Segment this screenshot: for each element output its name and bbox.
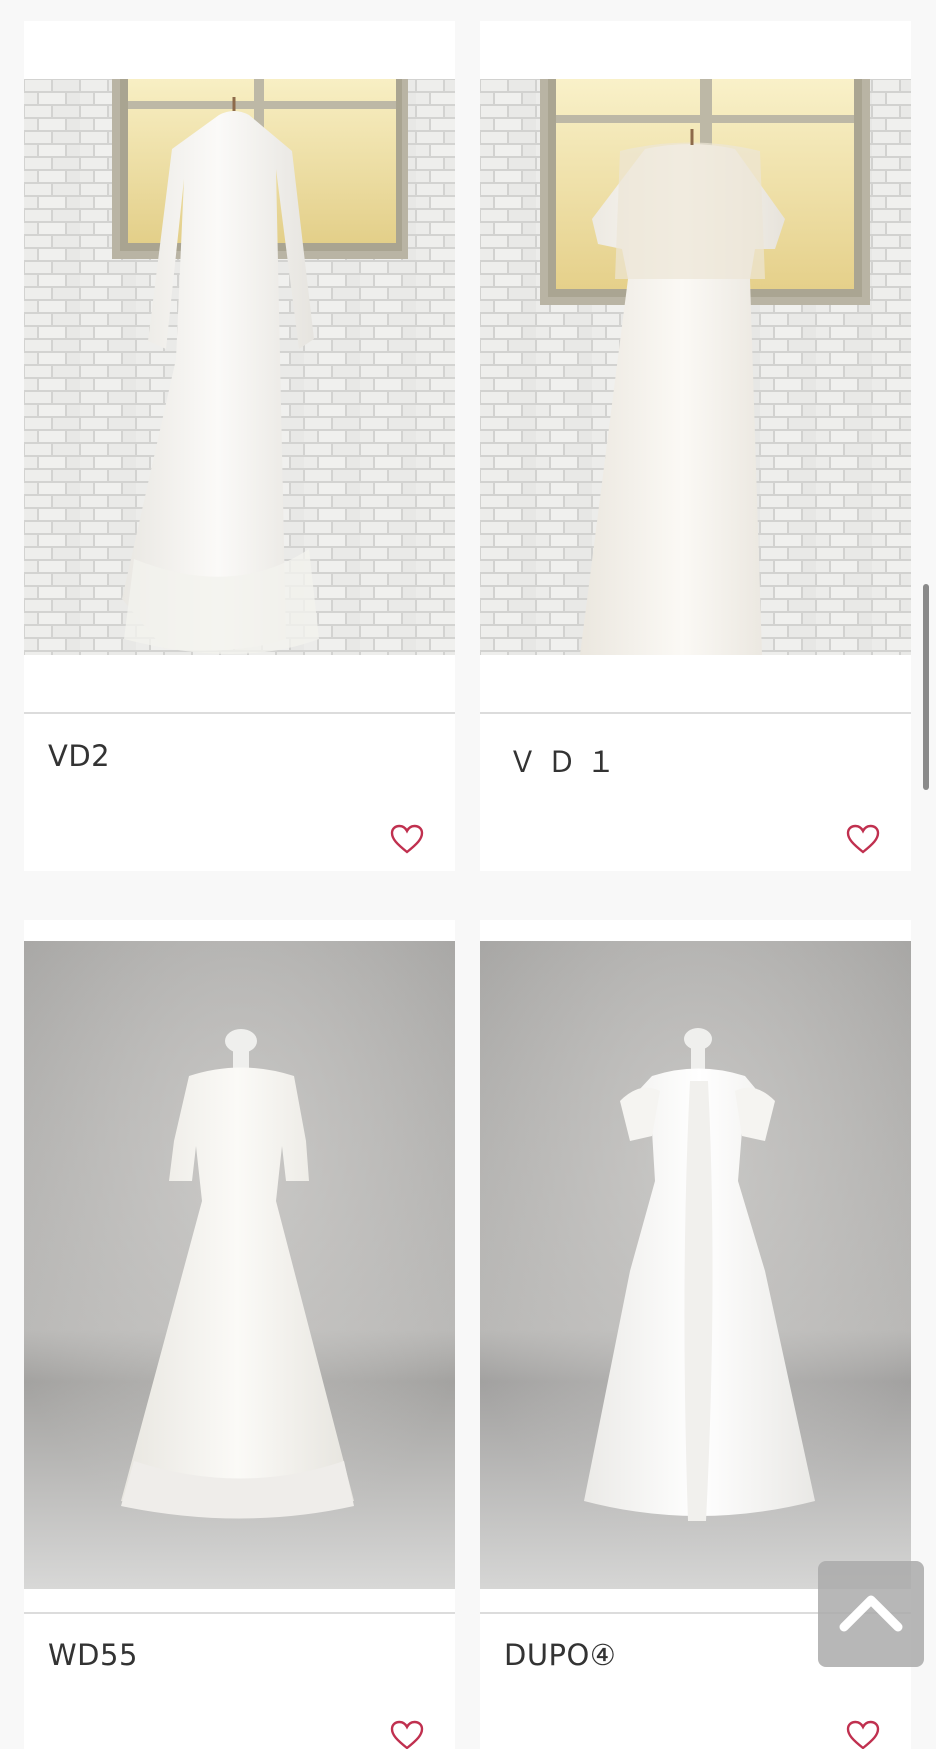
scrollbar-thumb[interactable] xyxy=(923,584,929,790)
product-title[interactable]: VD2 xyxy=(48,739,110,773)
back-to-top-button[interactable] xyxy=(818,1561,924,1667)
product-image[interactable] xyxy=(480,79,911,655)
favorite-button[interactable] xyxy=(845,1719,881,1749)
product-image[interactable] xyxy=(24,941,455,1589)
product-card[interactable]: Ｖ Ｄ １ xyxy=(480,21,911,871)
chevron-up-icon xyxy=(839,1595,903,1632)
heart-outline-icon xyxy=(846,824,880,854)
product-title[interactable]: Ｖ Ｄ １ xyxy=(508,739,616,781)
favorite-button[interactable] xyxy=(845,823,881,855)
product-image[interactable] xyxy=(24,79,455,655)
favorite-button[interactable] xyxy=(389,1719,425,1749)
card-divider xyxy=(24,712,455,714)
heart-outline-icon xyxy=(390,1720,424,1749)
heart-outline-icon xyxy=(846,1720,880,1749)
product-card[interactable]: WD55 xyxy=(24,920,455,1749)
product-grid-page: VD2 Ｖ Ｄ １ WD55 DUPO④ xyxy=(0,0,936,1749)
product-card[interactable]: VD2 xyxy=(24,21,455,871)
heart-outline-icon xyxy=(390,824,424,854)
card-divider xyxy=(480,712,911,714)
favorite-button[interactable] xyxy=(389,823,425,855)
card-divider xyxy=(24,1612,455,1614)
product-title[interactable]: DUPO④ xyxy=(504,1638,616,1672)
product-title[interactable]: WD55 xyxy=(48,1638,138,1672)
product-image[interactable] xyxy=(480,941,911,1589)
